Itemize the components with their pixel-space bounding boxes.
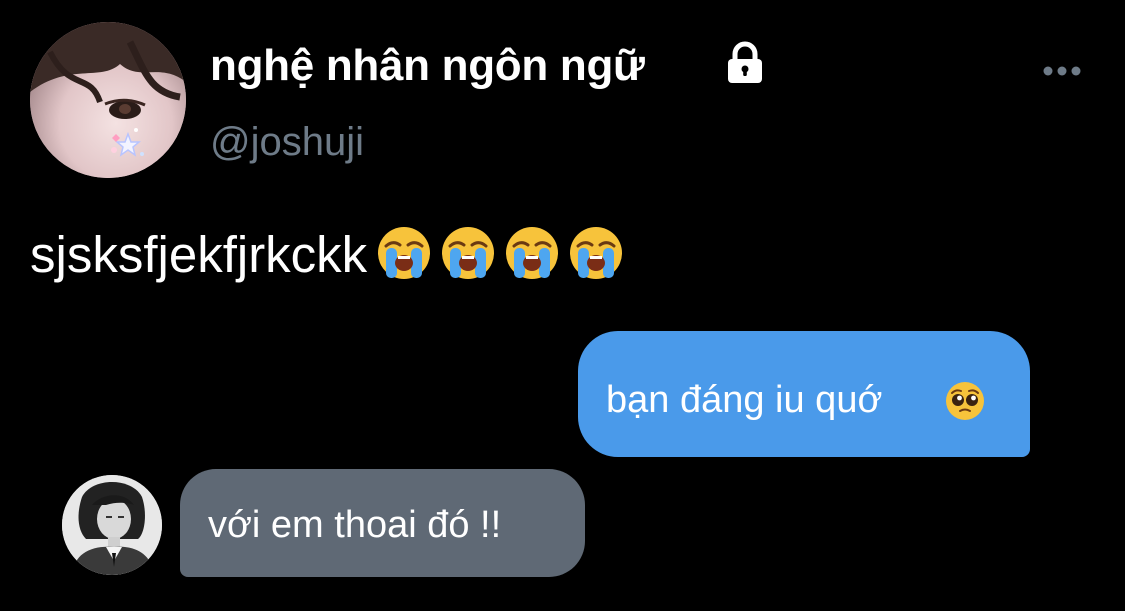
loudly-crying-face-icon (441, 226, 495, 280)
profile-photo-icon (30, 22, 186, 178)
lock-icon (721, 38, 769, 86)
outgoing-message-text: bạn đáng iu quớ (606, 379, 883, 421)
sender-avatar[interactable] (62, 475, 162, 575)
incoming-message-text: với em thoai đó !! (208, 504, 502, 546)
loudly-crying-face-icon (377, 226, 431, 280)
tweet-text: sjsksfjekfjrkckk (30, 226, 368, 283)
profile-avatar[interactable] (30, 22, 186, 178)
display-name: nghệ nhân ngôn ngữ (210, 41, 645, 90)
loudly-crying-face-icon (569, 226, 623, 280)
sender-photo-icon (62, 475, 162, 575)
profile-handle: @joshuji (210, 120, 365, 164)
tweet-text-line: sjsksfjekfjrkckk (30, 222, 623, 288)
loudly-crying-face-icon (505, 226, 559, 280)
pleading-face-icon (945, 381, 985, 421)
more-horizontal-icon[interactable] (1040, 62, 1084, 80)
